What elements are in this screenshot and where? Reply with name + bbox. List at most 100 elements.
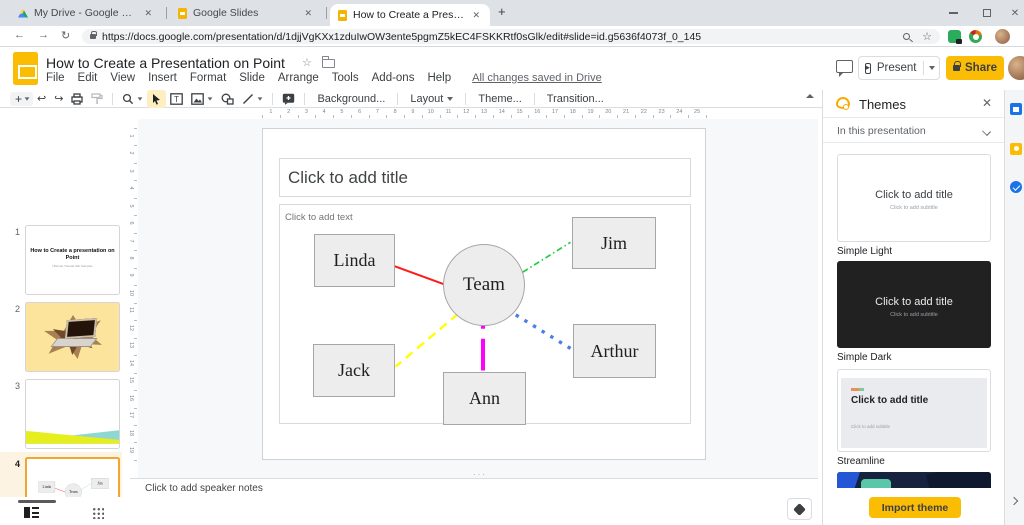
menu-add-ons[interactable]: Add-ons — [372, 72, 415, 84]
window-maximize-button[interactable] — [972, 0, 1002, 26]
slide-canvas[interactable]: Click to add title Click to add text Tea… — [262, 128, 706, 460]
background-button[interactable]: Background... — [310, 93, 392, 105]
expand-side-panel-chevron[interactable] — [1009, 496, 1019, 506]
share-button[interactable]: Share — [946, 56, 1004, 80]
theme-card-simple-dark[interactable]: Click to add title Click to add subtitle — [837, 261, 991, 348]
chevron-down-icon[interactable] — [258, 96, 263, 101]
zoom-icon[interactable] — [903, 33, 911, 40]
url-text[interactable]: https://docs.google.com/presentation/d/1… — [102, 31, 903, 43]
window-minimize-button[interactable] — [938, 0, 968, 26]
close-icon[interactable]: ✕ — [982, 96, 992, 110]
collapse-toolbar-button[interactable] — [806, 94, 814, 98]
undo-button[interactable]: ↩ — [33, 90, 50, 108]
node-linda[interactable]: Linda — [38, 481, 56, 493]
close-icon[interactable]: ✕ — [302, 8, 314, 19]
menu-arrange[interactable]: Arrange — [278, 72, 319, 84]
menu-format[interactable]: Format — [190, 72, 226, 84]
extension-icon[interactable] — [969, 30, 982, 43]
account-avatar[interactable] — [1008, 56, 1024, 80]
back-button[interactable]: ← — [14, 29, 25, 41]
redo-button[interactable]: ↪ — [50, 90, 67, 108]
node-arthur[interactable]: Arthur — [573, 324, 656, 378]
select-tool-button[interactable] — [147, 89, 167, 108]
theme-button[interactable]: Theme... — [471, 93, 528, 105]
star-icon[interactable]: ☆ — [302, 56, 312, 69]
menu-edit[interactable]: Edit — [78, 72, 98, 84]
connector-linda[interactable] — [394, 265, 447, 286]
paint-format-button[interactable] — [87, 90, 107, 108]
filmstrip-scrollbar[interactable] — [18, 500, 56, 503]
insert-image-button[interactable] — [187, 90, 217, 108]
node-jim[interactable]: Jim — [91, 478, 109, 489]
text-box-button[interactable]: T — [166, 90, 187, 108]
connector-jim[interactable] — [81, 483, 92, 490]
tasks-icon[interactable] — [1010, 181, 1022, 193]
node-team[interactable]: Team — [443, 244, 525, 326]
node-jack[interactable]: Jack — [313, 344, 395, 397]
layout-button[interactable]: Layout — [403, 93, 460, 105]
theme-card-streamline[interactable]: Click to add title Click to add subtitle — [837, 369, 991, 452]
speaker-notes-placeholder[interactable]: Click to add speaker notes — [145, 483, 263, 494]
theme-card-simple-light[interactable]: Click to add title Click to add subtitle — [837, 154, 991, 242]
present-dropdown[interactable] — [922, 61, 935, 75]
node-ann[interactable]: Ann — [443, 372, 526, 425]
folder-icon[interactable] — [321, 56, 335, 68]
connector-jack[interactable] — [394, 312, 459, 368]
saved-status[interactable]: All changes saved in Drive — [472, 72, 602, 84]
chevron-down-icon[interactable] — [24, 96, 30, 101]
insert-line-button[interactable] — [238, 90, 267, 108]
close-icon[interactable]: ✕ — [142, 8, 154, 19]
menu-help[interactable]: Help — [427, 72, 451, 84]
insert-comment-button[interactable] — [278, 90, 299, 108]
chevron-down-icon[interactable] — [138, 96, 143, 101]
new-tab-button[interactable]: + — [498, 4, 506, 19]
import-theme-button[interactable]: Import theme — [869, 497, 961, 518]
grid-view-button[interactable] — [92, 507, 104, 519]
comments-icon[interactable] — [836, 60, 853, 77]
ruler-number: 23 — [658, 109, 665, 115]
menu-view[interactable]: View — [110, 72, 135, 84]
chevron-down-icon[interactable] — [208, 96, 213, 101]
speaker-notes-bar[interactable]: Click to add speaker notes — [130, 478, 818, 497]
browser-tab-drive[interactable]: My Drive - Google Drive ✕ — [10, 0, 162, 26]
close-icon[interactable]: ✕ — [470, 10, 482, 21]
connector-arthur[interactable] — [514, 313, 574, 352]
node-linda[interactable]: Linda — [314, 234, 395, 287]
transition-button[interactable]: Transition... — [540, 93, 611, 105]
slide-thumbnail-3[interactable] — [25, 379, 120, 449]
forward-button[interactable]: → — [38, 29, 49, 41]
node-team[interactable]: Team — [64, 483, 82, 497]
address-bar[interactable]: https://docs.google.com/presentation/d/1… — [82, 29, 940, 44]
node-jim[interactable]: Jim — [572, 217, 656, 269]
menu-file[interactable]: File — [46, 72, 65, 84]
ruler-number: 21 — [623, 109, 630, 115]
calendar-icon[interactable] — [1010, 103, 1022, 115]
slide-thumbnail-1[interactable]: How to Create a presentation on Point Ul… — [25, 225, 120, 295]
themes-section-header[interactable]: In this presentation — [823, 118, 1004, 143]
present-button[interactable]: ▶ Present — [858, 56, 940, 80]
keep-icon[interactable] — [1010, 143, 1022, 155]
extension-icon[interactable] — [948, 30, 962, 44]
filmstrip-view-button[interactable] — [24, 507, 39, 518]
menu-slide[interactable]: Slide — [239, 72, 265, 84]
connector-jim[interactable] — [522, 241, 571, 273]
bookmark-star-icon[interactable]: ☆ — [922, 30, 932, 43]
document-title[interactable]: How to Create a Presentation on Point — [46, 55, 285, 71]
browser-tab-slides-home[interactable]: Google Slides ✕ — [170, 0, 322, 26]
browser-tab-active-presentation[interactable]: How to Create a Presentation on ✕ — [330, 4, 490, 26]
browser-profile-avatar[interactable] — [995, 29, 1010, 44]
new-slide-button[interactable]: + — [10, 91, 34, 106]
reload-button[interactable]: ↻ — [61, 29, 70, 42]
window-close-button[interactable]: ✕ — [1000, 0, 1024, 26]
menu-insert[interactable]: Insert — [148, 72, 177, 84]
print-button[interactable] — [67, 90, 87, 108]
zoom-tool-button[interactable] — [118, 90, 147, 108]
ruler-number: 6 — [358, 109, 362, 115]
theme-card-partial[interactable] — [837, 472, 991, 488]
explore-button[interactable] — [787, 498, 812, 520]
slide-thumbnail-2[interactable] — [25, 302, 120, 372]
slide-thumbnail-4-selected[interactable]: TeamLindaJimJackArthurAnn — [25, 457, 120, 497]
insert-shape-button[interactable] — [217, 90, 238, 108]
google-slides-logo[interactable] — [13, 52, 38, 85]
menu-tools[interactable]: Tools — [332, 72, 359, 84]
